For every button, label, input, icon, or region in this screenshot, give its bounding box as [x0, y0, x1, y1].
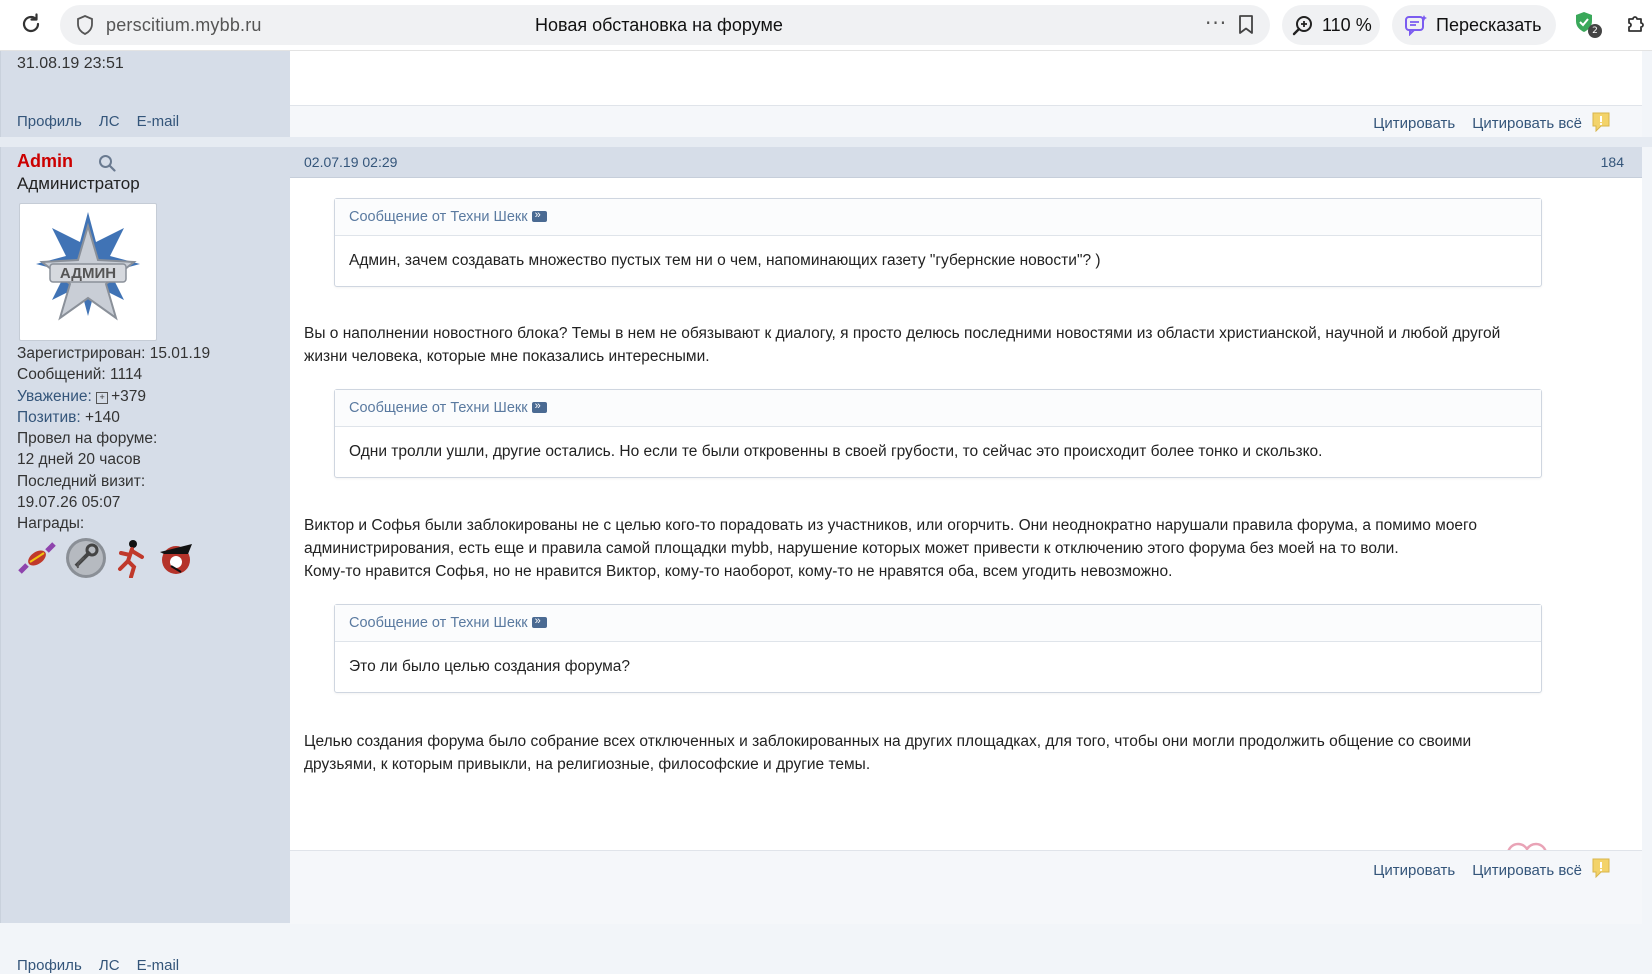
prev-post-footer: Цитировать Цитировать всё	[290, 105, 1642, 138]
awards-list	[17, 536, 198, 584]
registered-date: Зарегистрирован: 15.01.19	[17, 345, 211, 362]
runner-award-icon[interactable]	[115, 538, 149, 582]
quote-link[interactable]: Цитировать	[1373, 115, 1455, 132]
search-icon[interactable]	[98, 154, 116, 176]
retell-icon	[1404, 14, 1428, 40]
quote-link[interactable]: Цитировать	[1373, 862, 1455, 879]
avatar[interactable]: АДМИН	[19, 203, 157, 341]
post-paragraph: Кому-то нравится Софья, но не нравится В…	[304, 563, 1173, 580]
report-icon[interactable]	[1592, 112, 1610, 136]
extension-badge: 2	[1588, 24, 1602, 38]
more-icon[interactable]: ···	[1205, 11, 1227, 35]
post-number[interactable]: 184	[1601, 154, 1624, 170]
pirate-award-icon[interactable]	[156, 538, 196, 582]
quote-block: Сообщение от Техни Шекк Админ, зачем соз…	[334, 198, 1542, 287]
post-date[interactable]: 02.07.19 02:29	[304, 154, 397, 170]
post-user-links: Профиль ЛС E-mail	[17, 955, 191, 974]
report-icon[interactable]	[1592, 858, 1610, 882]
prev-last-visit: 31.08.19 23:51	[17, 55, 124, 72]
quote-all-link[interactable]: Цитировать всё	[1472, 862, 1582, 879]
plus-icon[interactable]: +	[96, 391, 109, 404]
url-text[interactable]: perscitium.mybb.ru	[106, 15, 262, 36]
message-count: Сообщений: 1114	[17, 366, 143, 384]
post-paragraph: Вы о наполнении новостного блока? Темы в…	[304, 325, 1501, 365]
email-link[interactable]: E-mail	[137, 113, 180, 130]
quote-block: Сообщение от Техни Шекк Одни тролли ушли…	[334, 389, 1542, 478]
quote-source[interactable]: Сообщение от Техни Шекк	[349, 615, 528, 631]
zoom-icon	[1292, 14, 1314, 40]
author-title: Администратор	[17, 174, 140, 193]
candy-award-icon[interactable]	[17, 538, 57, 582]
pm-link[interactable]: ЛС	[99, 957, 120, 974]
last-visit-value: 19.07.26 05:07	[17, 494, 121, 512]
forum-time-label: Провел на форуме:	[17, 430, 158, 448]
post-header: 02.07.19 02:29 184	[290, 147, 1642, 178]
page-title: Новая обстановка на форуме	[535, 15, 783, 35]
quote-source[interactable]: Сообщение от Техни Шекк	[349, 400, 528, 416]
quote-header[interactable]: Сообщение от Техни Шекк	[335, 390, 1541, 427]
puzzle-icon[interactable]	[1625, 11, 1649, 39]
go-to-quote-icon[interactable]	[531, 207, 547, 223]
post-body: Сообщение от Техни Шекк Админ, зачем соз…	[290, 178, 1642, 850]
profile-link[interactable]: Профиль	[17, 957, 82, 974]
zoom-level: 110 %	[1322, 15, 1372, 35]
prev-post-actions: Цитировать Цитировать всё	[1361, 113, 1582, 132]
wrench-award-icon[interactable]	[64, 536, 108, 584]
bookmark-icon[interactable]	[1238, 15, 1254, 39]
email-link[interactable]: E-mail	[137, 957, 180, 974]
go-to-quote-icon[interactable]	[531, 613, 547, 629]
address-bar[interactable]: perscitium.mybb.ru Новая обстановка на ф…	[60, 5, 1270, 45]
post-actions: Цитировать Цитировать всё	[1361, 860, 1582, 879]
quote-text: Админ, зачем создавать множество пустых …	[349, 252, 1101, 269]
quote-text: Это ли было целью создания форума?	[349, 658, 631, 675]
shield-icon[interactable]	[76, 15, 94, 39]
quote-text: Одни тролли ушли, другие остались. Но ес…	[349, 443, 1323, 460]
author-stats: Зарегистрирован: 15.01.19 Сообщений: 111…	[17, 343, 210, 535]
quote-header[interactable]: Сообщение от Техни Шекк	[335, 199, 1541, 236]
go-to-quote-icon[interactable]	[531, 398, 547, 414]
positive-row: Позитив: +140	[17, 407, 210, 428]
admin-badge-icon: АДМИН	[36, 212, 140, 321]
prev-post-user-links: Профиль ЛС E-mail	[17, 111, 191, 130]
author-name[interactable]: Admin	[17, 151, 73, 172]
retell-label: Пересказать	[1436, 15, 1542, 35]
respect-label[interactable]: Уважение:	[17, 388, 92, 405]
post-footer: Цитировать Цитировать всё	[290, 850, 1642, 924]
reload-icon[interactable]	[18, 11, 44, 37]
positive-value: +140	[84, 408, 120, 426]
post-separator	[0, 137, 1652, 147]
quote-all-link[interactable]: Цитировать всё	[1472, 115, 1582, 132]
post-paragraph: Целью создания форума было собрание всех…	[304, 733, 1472, 773]
zoom-button[interactable]: 110 %	[1282, 5, 1380, 45]
post-author-sidebar: Admin Администратор АДМИН Зарегистрирова…	[0, 147, 291, 974]
quote-source[interactable]: Сообщение от Техни Шекк	[349, 209, 528, 225]
profile-link[interactable]: Профиль	[17, 113, 82, 130]
retell-button[interactable]: Пересказать	[1392, 5, 1556, 45]
respect-row: Уважение: + +379	[17, 386, 210, 407]
prev-post-sidebar: 31.08.19 23:51 Профиль ЛС E-mail	[0, 51, 291, 137]
svg-text:АДМИН: АДМИН	[60, 265, 116, 282]
forum-page: 31.08.19 23:51 Профиль ЛС E-mail Цитиров…	[0, 51, 1652, 974]
browser-toolbar: perscitium.mybb.ru Новая обстановка на ф…	[0, 0, 1652, 51]
quote-header[interactable]: Сообщение от Техни Шекк	[335, 605, 1541, 642]
forum-time-value: 12 дней 20 часов	[17, 451, 141, 469]
respect-value: +379	[111, 387, 147, 405]
prev-post-body	[290, 51, 1642, 105]
pm-link[interactable]: ЛС	[99, 113, 120, 130]
quote-block: Сообщение от Техни Шекк Это ли было цель…	[334, 604, 1542, 693]
positive-label[interactable]: Позитив:	[17, 409, 81, 426]
last-visit-label: Последний визит:	[17, 472, 146, 490]
post-paragraph: Виктор и Софья были заблокированы не с ц…	[304, 517, 1477, 557]
awards-label: Награды:	[17, 515, 85, 533]
